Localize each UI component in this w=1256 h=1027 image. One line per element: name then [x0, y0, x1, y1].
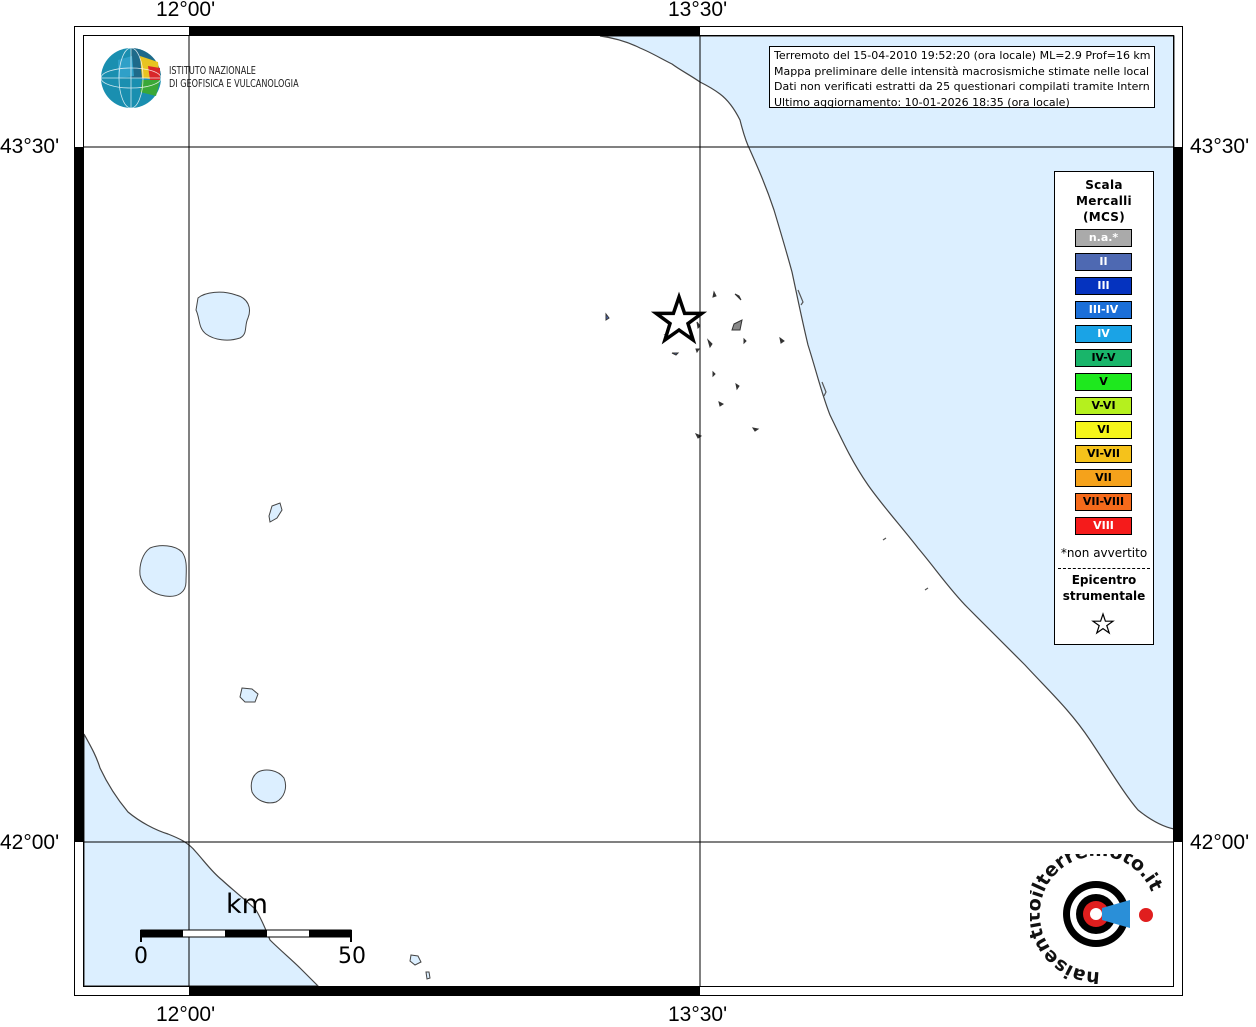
lat-label-43-30-left: 43°30' — [0, 135, 60, 158]
lon-label-12-top: 12°00' — [156, 0, 216, 21]
lat-label-43-30-right: 43°30' — [1190, 135, 1250, 158]
legend-swatch-4: IV — [1075, 325, 1132, 343]
legend-title-line1: Scala — [1085, 178, 1123, 192]
legend-divider — [1058, 568, 1150, 569]
scale-bar-start: 0 — [134, 944, 148, 969]
lon-label-12-bottom: 12°00' — [156, 1003, 216, 1026]
event-info-line1: Terremoto del 15-04-2010 19:52:20 (ora l… — [774, 49, 1150, 62]
legend-swatch-2: III — [1075, 277, 1132, 295]
legend-swatch-3: III-IV — [1075, 301, 1132, 319]
ingv-logo-line1: ISTITUTO NAZIONALE — [169, 64, 256, 77]
ingv-globe-icon — [100, 47, 162, 109]
lon-label-13-30-bottom: 13°30' — [668, 1003, 728, 1026]
legend-swatch-12: VIII — [1075, 517, 1132, 535]
legend-swatch-7: V-VI — [1075, 397, 1132, 415]
ingv-logo-line2: DI GEOFISICA E VULCANOLOGIA — [169, 77, 299, 90]
legend-swatch-10: VII — [1075, 469, 1132, 487]
mcs-legend: Scala Mercalli (MCS) n.a.* II III III-IV IV I… — [1054, 171, 1154, 645]
legend-epicenter-line2: strumentale — [1062, 589, 1146, 603]
lake-trasimeno — [195, 291, 250, 341]
haisentito-text: haisentitoilterremoto.it — [1030, 854, 1167, 984]
event-info-box: Terremoto del 15-04-2010 19:52:20 (ora l… — [769, 46, 1155, 109]
event-info-line4: Ultimo aggiornamento: 10-01-2026 18:35 (… — [774, 95, 1070, 109]
haisentito-logo: haisentitoilterremoto.it — [1030, 854, 1167, 984]
legend-swatch-6: V — [1075, 373, 1132, 391]
event-info-line2: Mappa preliminare delle intensità macros… — [774, 64, 1150, 78]
lat-label-42-right: 42°00' — [1190, 831, 1250, 854]
lat-label-42-left: 42°00' — [0, 831, 60, 854]
scale-bar-unit: km — [226, 889, 268, 920]
legend-epicenter-label: Epicentro strumentale — [1055, 572, 1153, 604]
legend-star-icon — [1091, 612, 1115, 635]
legend-swatch-9: VI-VII — [1075, 445, 1132, 463]
lake-small-4 — [425, 971, 431, 980]
legend-note: *non avvertito — [1060, 546, 1148, 560]
legend-title: Scala Mercalli (MCS) — [1055, 177, 1153, 225]
legend-swatch-1: II — [1075, 253, 1132, 271]
legend-swatch-0: n.a.* — [1075, 229, 1132, 247]
legend-epicenter-line1: Epicentro — [1071, 573, 1137, 587]
legend-title-line2: Mercalli — [1076, 194, 1132, 208]
legend-swatch-5: IV-V — [1075, 349, 1132, 367]
event-info-line3: Dati non verificati estratti da 25 quest… — [774, 80, 1150, 93]
lon-label-13-30-top: 13°30' — [668, 0, 728, 21]
lake-bracciano — [250, 769, 287, 804]
ingv-logo-text: ISTITUTO NAZIONALE DI GEOFISICA E VULCAN… — [169, 64, 299, 90]
legend-title-line3: (MCS) — [1082, 210, 1126, 224]
scale-bar-end: 50 — [338, 944, 366, 969]
svg-text:haisentitoilterremoto.it: haisentitoilterremoto.it — [1030, 854, 1167, 984]
legend-swatch-8: VI — [1075, 421, 1132, 439]
legend-swatch-11: VII-VIII — [1075, 493, 1132, 511]
